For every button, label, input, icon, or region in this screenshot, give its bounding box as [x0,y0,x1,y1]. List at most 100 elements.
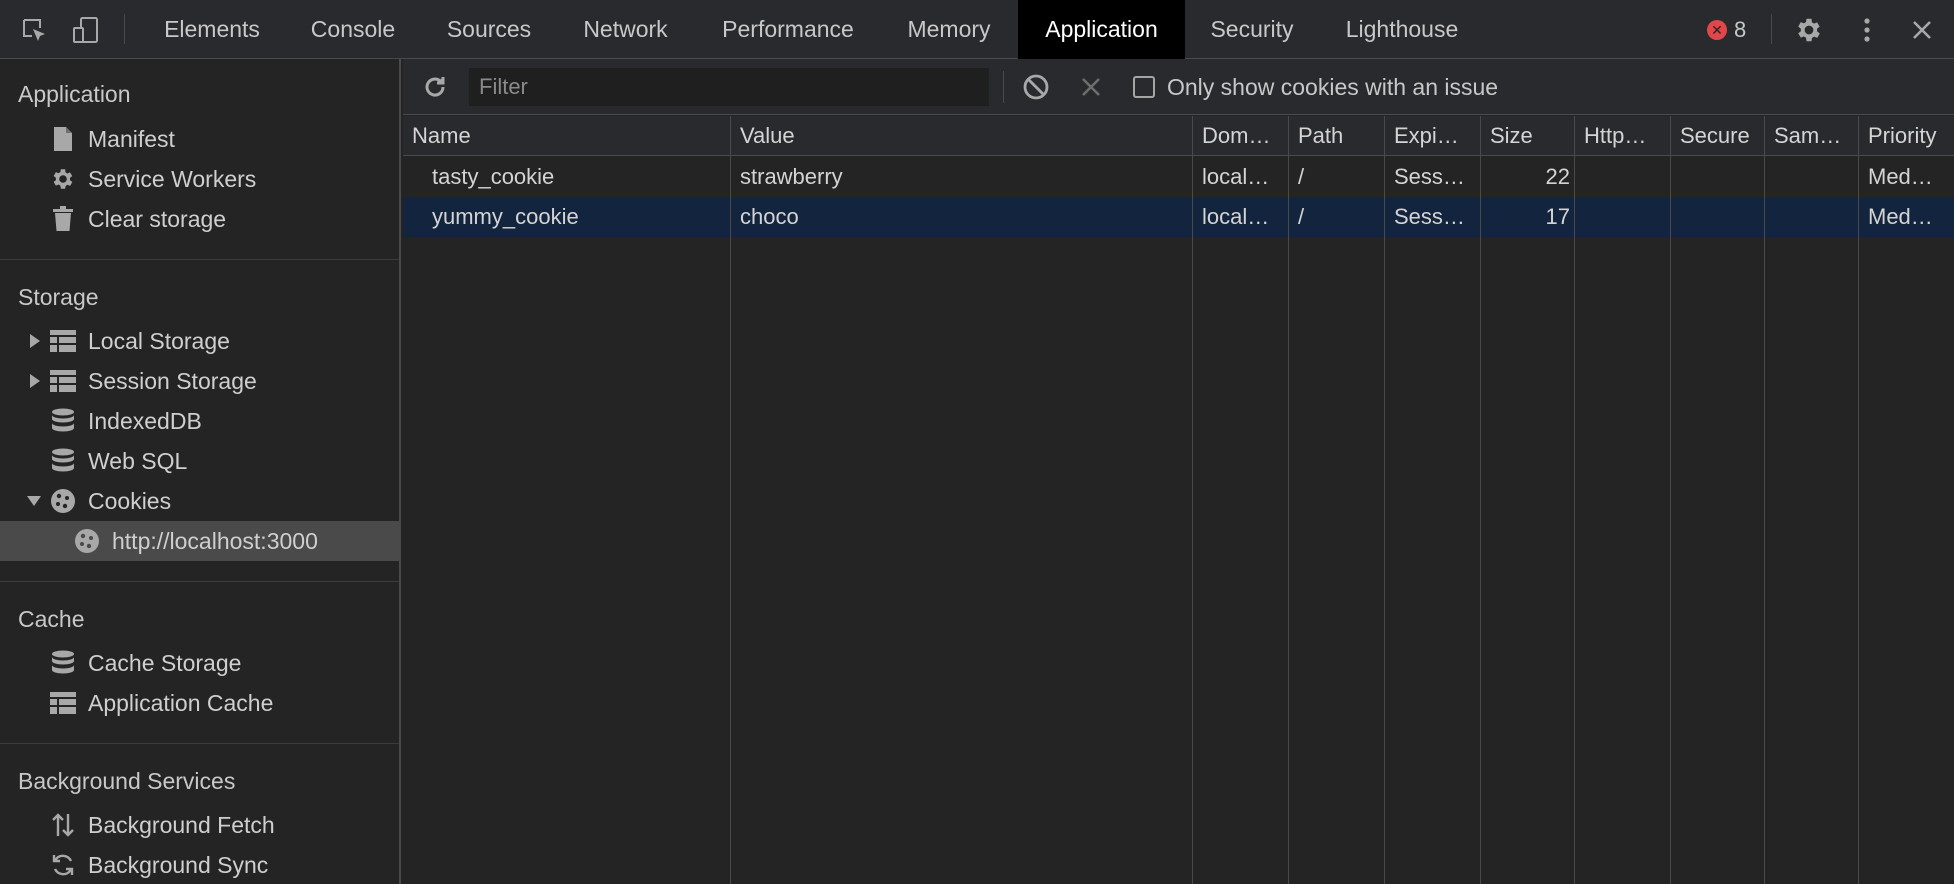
cookies-panel: Only show cookies with an issue Name Val… [403,59,1954,884]
column-header-name[interactable]: Name [412,116,722,156]
tab-sources[interactable]: Sources [423,0,555,59]
database-icon [49,447,77,475]
chevron-right-icon[interactable] [27,373,43,389]
cookie-httponly [1584,157,1670,197]
close-icon[interactable] [1906,14,1938,46]
cookie-samesite [1774,197,1860,237]
tab-security[interactable]: Security [1185,0,1319,59]
sidebar-item-label: Clear storage [88,205,227,232]
column-header-value[interactable]: Value [740,116,1190,156]
column-header-httponly[interactable]: Http… [1584,116,1674,156]
cookie-name: yummy_cookie [432,204,579,229]
sidebar-item-session-storage[interactable]: Session Storage [0,361,399,401]
only-issues-checkbox[interactable] [1133,76,1155,98]
column-divider[interactable] [1480,116,1481,884]
chevron-right-icon[interactable] [27,333,43,349]
sidebar-item-label: Session Storage [88,367,257,394]
column-header-path[interactable]: Path [1298,116,1388,156]
tab-application[interactable]: Application [1018,0,1185,59]
cookie-size: 22 [1545,164,1570,189]
sidebar-item-web-sql[interactable]: Web SQL [0,441,399,481]
column-divider[interactable] [730,116,731,884]
tab-memory[interactable]: Memory [880,0,1018,59]
column-header-priority[interactable]: Priority [1868,116,1954,156]
tab-performance[interactable]: Performance [696,0,880,59]
section-divider [0,259,399,260]
sidebar-item-clear-storage[interactable]: Clear storage [0,199,399,239]
column-divider[interactable] [1574,116,1575,884]
cookie-icon [73,527,101,555]
sidebar-item-background-fetch[interactable]: Background Fetch [0,805,399,845]
sidebar-item-label: Background Sync [88,851,269,878]
cookies-table: Name Value Dom… Path Expi… Size Http… Se… [403,116,1954,884]
database-icon [49,407,77,435]
sidebar-item-label: Background Fetch [88,811,275,838]
gear-icon[interactable] [1793,14,1825,46]
sidebar-item-local-storage[interactable]: Local Storage [0,321,399,361]
column-header-samesite[interactable]: Sam… [1774,116,1864,156]
column-divider[interactable] [1858,116,1859,884]
table-icon [49,327,77,355]
table-icon [49,689,77,717]
column-header-secure[interactable]: Secure [1680,116,1770,156]
toolbar-divider [124,14,125,44]
inspect-element-icon[interactable] [18,14,50,46]
sidebar-item-application-cache[interactable]: Application Cache [0,683,399,723]
cookie-name: tasty_cookie [432,164,555,189]
cookie-secure [1680,197,1766,237]
refresh-icon[interactable] [419,71,451,103]
cookie-httponly [1584,197,1670,237]
only-issues-label: Only show cookies with an issue [1167,73,1499,100]
sidebar-item-label: Cookies [88,487,172,514]
sidebar-item-cache-storage[interactable]: Cache Storage [0,643,399,683]
fetch-arrows-icon [49,811,77,839]
sidebar-item-service-workers[interactable]: Service Workers [0,159,399,199]
only-issues-toggle[interactable]: Only show cookies with an issue [1133,70,1498,104]
section-title-storage: Storage [18,284,99,310]
cookie-path: / [1298,164,1305,189]
column-divider[interactable] [1288,116,1289,884]
column-header-domain[interactable]: Dom… [1202,116,1292,156]
devtools-toolbar: Elements Console Sources Network Perform… [0,0,1954,59]
sidebar-item-manifest[interactable]: Manifest [0,119,399,159]
tab-elements[interactable]: Elements [141,0,283,59]
cookie-value: strawberry [740,164,843,189]
sidebar-item-indexeddb[interactable]: IndexedDB [0,401,399,441]
sidebar-item-label: http://localhost:3000 [112,527,318,554]
block-icon[interactable] [1020,71,1052,103]
table-icon [49,367,77,395]
cookies-table-header: Name Value Dom… Path Expi… Size Http… Se… [403,116,1954,156]
error-count-badge[interactable]: ✕ 8 [1707,14,1746,46]
sidebar-item-cookies[interactable]: Cookies [0,481,399,521]
column-divider[interactable] [1764,116,1765,884]
sidebar-item-background-sync[interactable]: Background Sync [0,845,399,884]
table-row[interactable]: yummy_cookie choco local… / Sess… 17 Med… [403,197,1954,237]
chevron-down-icon[interactable] [26,493,42,509]
more-vertical-icon[interactable] [1851,14,1883,46]
sidebar-item-label: Web SQL [88,447,188,474]
tab-network[interactable]: Network [555,0,696,59]
cookie-icon [49,487,77,515]
column-divider[interactable] [1192,116,1193,884]
cookie-domain: local… [1202,204,1270,229]
device-toolbar-icon[interactable] [70,14,102,46]
tab-console[interactable]: Console [283,0,423,59]
error-icon: ✕ [1707,20,1727,40]
document-icon [49,125,77,153]
toolbar-divider [1771,14,1772,44]
column-header-size[interactable]: Size [1490,116,1580,156]
gear-icon [49,165,77,193]
sidebar-item-label: Service Workers [88,165,257,192]
column-divider[interactable] [1670,116,1671,884]
cookie-secure [1680,157,1766,197]
cookie-domain: local… [1202,164,1270,189]
close-icon[interactable] [1075,71,1107,103]
table-row[interactable]: tasty_cookie strawberry local… / Sess… 2… [403,157,1954,197]
filter-input[interactable] [469,68,989,106]
column-divider[interactable] [1384,116,1385,884]
tab-lighthouse[interactable]: Lighthouse [1319,0,1485,59]
section-title-cache: Cache [18,606,85,632]
column-header-expires[interactable]: Expi… [1394,116,1484,156]
section-divider [0,581,399,582]
sidebar-item-cookie-origin[interactable]: http://localhost:3000 [0,521,399,561]
